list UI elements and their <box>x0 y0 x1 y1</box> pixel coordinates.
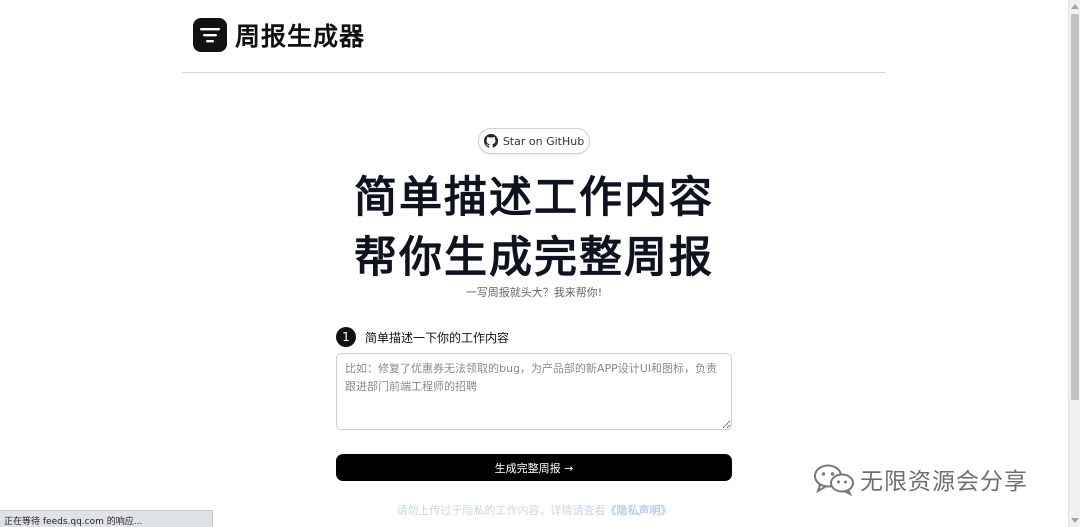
step-1-heading: 1 简单描述一下你的工作内容 <box>336 327 509 347</box>
privacy-policy-link[interactable]: 《隐私声明》 <box>606 504 672 517</box>
github-icon <box>483 134 498 148</box>
tagline: 一写周报就头大？我来帮你! <box>465 286 603 299</box>
headline-line-2: 帮你生成完整周报 <box>354 233 714 283</box>
github-button-label: Star on GitHub <box>502 134 585 148</box>
scroll-thumb[interactable] <box>1071 14 1079 400</box>
privacy-text: 请勿上传过于隐私的工作内容，详情请查看 <box>396 504 606 517</box>
vertical-scrollbar[interactable] <box>1068 0 1080 527</box>
menu-lines-icon <box>200 28 220 43</box>
star-on-github-button[interactable]: Star on GitHub <box>478 128 590 154</box>
scroll-up-arrow-icon[interactable] <box>1071 4 1079 9</box>
site-header: 周报生成器 <box>182 0 886 73</box>
generate-report-button[interactable]: 生成完整周报 → <box>336 454 732 481</box>
work-description-input[interactable] <box>336 353 732 430</box>
brand-title[interactable]: 周报生成器 <box>235 17 365 53</box>
wechat-watermark: 无限资源会分享 <box>812 462 1028 496</box>
scroll-down-arrow-icon[interactable] <box>1071 518 1079 523</box>
browser-status-bar: 正在等待 feeds.qq.com 的响应... <box>0 510 213 527</box>
step-number-badge: 1 <box>336 327 356 347</box>
watermark-text: 无限资源会分享 <box>860 469 1028 495</box>
step-label: 简单描述一下你的工作内容 <box>365 330 510 345</box>
logo[interactable] <box>193 18 227 52</box>
wechat-icon <box>814 464 854 496</box>
headline-line-1: 简单描述工作内容 <box>354 173 714 223</box>
